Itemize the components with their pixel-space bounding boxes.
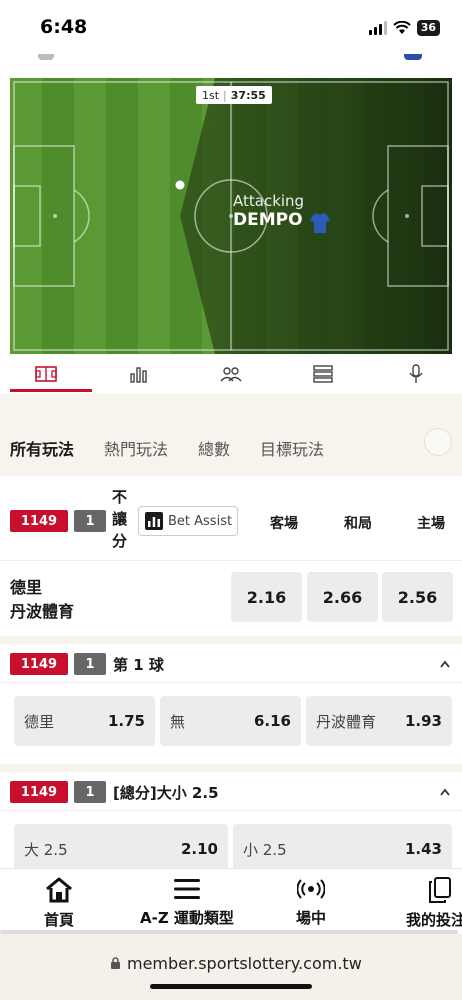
bets-icon [429,877,451,903]
odds-button-first-goal-none[interactable]: 無 6.16 [160,696,301,746]
market-title: 不 讓 分 [112,486,130,552]
home-indicator [150,984,312,989]
nav-live-label: 場中 [296,909,327,927]
pitch: 1st | 37:55 Attacking DEMPO [10,78,452,354]
match-tracker: 1st | 37:55 Attacking DEMPO [0,54,462,354]
category-tabs: 所有玩法 熱門玩法 總數 目標玩法 [0,422,462,474]
lineup-icon [220,367,242,382]
odds-button-home[interactable]: 2.56 [382,572,453,622]
tracker-tabs [0,354,462,394]
shirt-icon [310,213,330,233]
attacking-info: Attacking DEMPO [233,192,304,230]
home-icon [46,877,72,903]
wifi-icon [392,21,411,34]
tab-goals[interactable]: 目標玩法 [260,436,324,460]
tab-totals[interactable]: 總數 [198,436,230,460]
market-title-char: 讓 [112,510,128,528]
status-time: 6:48 [40,16,88,38]
period-num-badge: 1 [74,781,106,803]
market-title: 第 1 球 [113,656,164,674]
battery-icon: 36 [416,20,440,36]
tab-list[interactable] [277,354,369,394]
odds-button-first-goal-away[interactable]: 德里 1.75 [14,696,155,746]
mic-icon [409,364,423,383]
option-name: 無 [170,712,186,731]
tab-popular[interactable]: 熱門玩法 [104,436,168,460]
market-card-1x2: 1149 1 不 讓 分 Bet Assist 客場 和局 主場 德里 丹波體育… [0,476,462,636]
nav-live[interactable]: 場中 [296,877,326,928]
option-name: 丹波體育 [316,712,377,731]
live-icon [297,879,325,899]
lock-icon [111,957,120,969]
option-name: 小 2.5 [243,840,287,859]
odds-button-over[interactable]: 大 2.5 2.10 [14,824,228,874]
team-away-name: 德里 [10,578,43,597]
nav-bets-label: 我的投注 [406,911,462,929]
period-num-badge: 1 [74,510,106,532]
divider [0,560,462,561]
filter-circle-button[interactable] [424,428,452,456]
tab-all-markets[interactable]: 所有玩法 [10,436,74,460]
odds-button-under[interactable]: 小 2.5 1.43 [233,824,452,874]
option-name: 德里 [24,712,55,731]
menu-icon [173,879,200,899]
stats-icon [129,367,147,383]
odds-button-first-goal-home[interactable]: 丹波體育 1.93 [306,696,452,746]
pitch-icon [35,366,58,382]
event-id-badge: 1149 [10,653,68,675]
attacking-label: Attacking [233,192,305,210]
nav-az-label: A-Z 運動類型 [140,909,234,927]
period-num-badge: 1 [74,653,106,675]
tab-commentary[interactable] [370,354,462,394]
market-title-char: 不 [112,488,128,506]
home-kit-hint [38,54,54,60]
tab-stats[interactable] [92,354,184,394]
odds-button-draw[interactable]: 2.66 [307,572,378,622]
market-card-first-goal: 1149 1 第 1 球 德里 1.75 無 6.16 丹波體育 1.93 [0,644,462,764]
pitch-graphic [10,78,452,354]
odds-button-away[interactable]: 2.16 [231,572,302,622]
event-id-badge: 1149 [10,510,68,532]
url-display: member.sportslottery.com.tw [110,954,362,973]
signal-icon [368,21,387,35]
bet-assist-button[interactable]: Bet Assist [138,506,238,536]
divider [0,682,462,683]
nav-az-sports[interactable]: A-Z 運動類型 [140,877,234,928]
divider [0,810,462,811]
url-text: member.sportslottery.com.tw [127,954,362,973]
event-id-badge: 1149 [10,781,68,803]
team-home-name: 丹波體育 [10,602,75,621]
match-clock: 1st | 37:55 [196,86,272,104]
option-name: 大 2.5 [24,840,68,859]
period-label: 1st [202,88,220,102]
chevron-up-icon[interactable] [440,788,450,796]
market-title: [總分]大小 2.5 [113,784,219,802]
option-odd: 1.93 [404,712,442,730]
attacking-team: DEMPO [233,210,303,230]
option-odd: 2.10 [180,840,218,858]
nav-home[interactable]: 首頁 [44,877,74,930]
col-home: 主場 [417,516,445,532]
col-draw: 和局 [344,516,372,532]
chevron-up-icon[interactable] [440,660,450,668]
market-title-char: 分 [112,532,128,550]
market-card-total-goals: 1149 1 [總分]大小 2.5 大 2.5 2.10 小 2.5 1.43 [0,772,462,874]
col-away: 客場 [270,516,298,532]
option-odd: 6.16 [253,712,291,730]
status-icons: 36 [368,20,440,36]
list-icon [313,365,334,383]
away-kit-hint [404,54,422,60]
tab-lineup[interactable] [185,354,277,394]
nav-my-bets[interactable]: 我的投注 [406,877,462,930]
clock-value: 37:55 [230,88,266,102]
nav-home-label: 首頁 [44,911,75,929]
browser-url-bar[interactable]: member.sportslottery.com.tw [0,934,462,1000]
bar-chart-icon [145,512,163,530]
option-odd: 1.43 [404,840,442,858]
option-odd: 1.75 [107,712,145,730]
bottom-navigation: 首頁 A-Z 運動類型 場中 我的投注 [0,868,462,934]
tab-pitch[interactable] [0,354,93,394]
bet-assist-label: Bet Assist [168,513,233,529]
status-bar: 6:48 36 [0,0,462,54]
